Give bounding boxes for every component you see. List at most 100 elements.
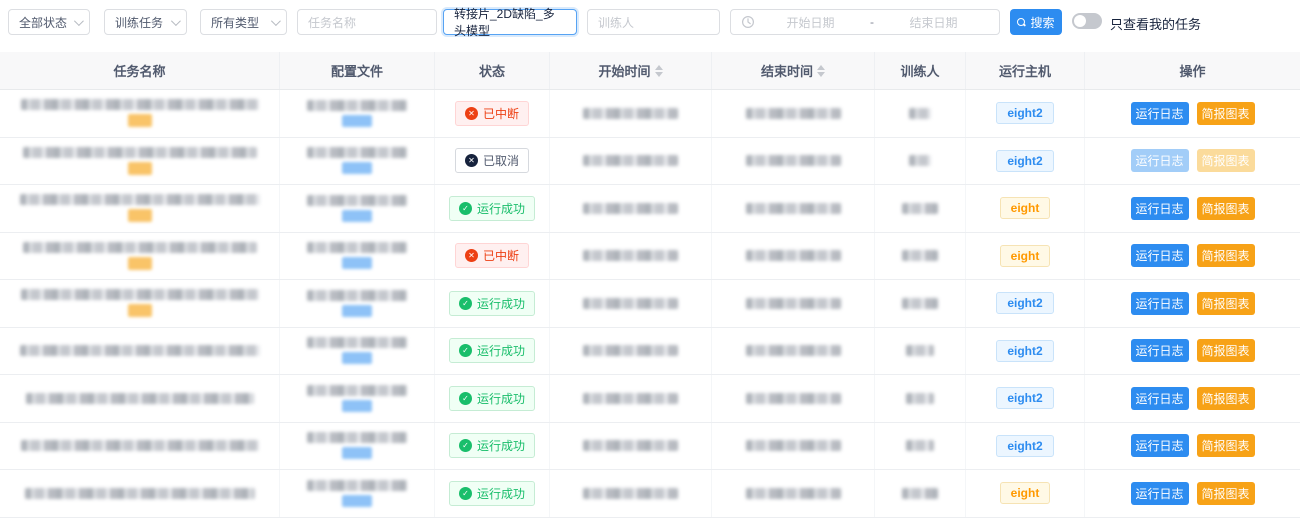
- date-range-picker[interactable]: 开始日期 - 结束日期: [730, 9, 1000, 35]
- sort-icon[interactable]: [655, 65, 663, 77]
- redacted-end-time: [746, 488, 841, 499]
- run-log-button[interactable]: 运行日志: [1131, 387, 1189, 410]
- redacted-config-link[interactable]: [342, 162, 372, 174]
- report-chart-button[interactable]: 简报图表: [1197, 339, 1255, 362]
- redacted-config-link[interactable]: [342, 352, 372, 364]
- search-button[interactable]: 搜索: [1010, 9, 1062, 35]
- status-badge: ✕已中断: [455, 101, 529, 126]
- x-circle-icon: ✕: [465, 249, 478, 262]
- host-badge: eight2: [996, 150, 1053, 172]
- run-log-button[interactable]: 运行日志: [1131, 434, 1189, 457]
- redacted-trainer: [902, 298, 938, 309]
- task-type-select[interactable]: 训练任务: [104, 9, 187, 35]
- redacted-task-tag: [128, 304, 152, 317]
- start-time-cell: [550, 470, 712, 517]
- redacted-config-link[interactable]: [342, 447, 372, 459]
- x-circle-icon: ✕: [465, 154, 478, 167]
- actions-cell: 运行日志 简报图表: [1085, 375, 1300, 422]
- report-chart-button[interactable]: 简报图表: [1197, 197, 1255, 220]
- config-file-cell: [280, 470, 435, 517]
- redacted-config-link[interactable]: [342, 115, 372, 127]
- redacted-task-tag: [128, 209, 152, 222]
- task-name-cell: [0, 470, 280, 517]
- redacted-end-time: [746, 345, 841, 356]
- status-cell: ✓运行成功: [435, 328, 550, 375]
- end-time-cell: [712, 280, 875, 327]
- start-time-cell: [550, 423, 712, 470]
- host-cell: eight: [966, 185, 1085, 232]
- host-cell: eight2: [966, 423, 1085, 470]
- task-name-cell: [0, 375, 280, 422]
- redacted-trainer: [909, 108, 931, 119]
- task-name-cell: [0, 185, 280, 232]
- redacted-end-time: [746, 155, 841, 166]
- status-badge: ✓运行成功: [449, 386, 535, 411]
- my-tasks-toggle[interactable]: [1072, 13, 1102, 29]
- redacted-config-link[interactable]: [342, 257, 372, 269]
- redacted-config-file: [307, 385, 407, 396]
- run-log-button[interactable]: 运行日志: [1131, 292, 1189, 315]
- check-circle-icon: ✓: [459, 202, 472, 215]
- run-log-button[interactable]: 运行日志: [1131, 102, 1189, 125]
- status-badge: ✓运行成功: [449, 433, 535, 458]
- redacted-config-link[interactable]: [342, 305, 372, 317]
- task-name-input[interactable]: 任务名称: [297, 9, 437, 35]
- redacted-config-link[interactable]: [342, 210, 372, 222]
- model-search-input[interactable]: 转接片_2D缺陷_多头模型: [443, 9, 577, 35]
- config-file-cell: [280, 375, 435, 422]
- run-log-button[interactable]: 运行日志: [1131, 149, 1189, 172]
- redacted-config-file: [307, 195, 407, 206]
- redacted-config-link[interactable]: [342, 495, 372, 507]
- redacted-config-file: [307, 147, 407, 158]
- report-chart-button[interactable]: 简报图表: [1197, 482, 1255, 505]
- run-log-button[interactable]: 运行日志: [1131, 244, 1189, 267]
- redacted-task-name: [20, 345, 260, 356]
- trainer-cell: [875, 423, 966, 470]
- trainer-cell: [875, 328, 966, 375]
- host-badge: eight2: [996, 387, 1053, 409]
- x-circle-icon: ✕: [465, 107, 478, 120]
- table-row: ✕已取消 eight2 运行日志 简报图表: [0, 138, 1300, 186]
- start-time-cell: [550, 90, 712, 137]
- sort-icon[interactable]: [817, 65, 825, 77]
- actions-cell: 运行日志 简报图表: [1085, 328, 1300, 375]
- filter-bar: 全部状态 训练任务 所有类型 任务名称 转接片_2D缺陷_多头模型 训练人 开始…: [0, 0, 1300, 52]
- trainer-placeholder: 训练人: [598, 14, 634, 31]
- redacted-task-name: [23, 147, 257, 158]
- status-badge: ✓运行成功: [449, 291, 535, 316]
- status-badge: ✕已中断: [455, 243, 529, 268]
- run-log-button[interactable]: 运行日志: [1131, 482, 1189, 505]
- host-cell: eight: [966, 233, 1085, 280]
- redacted-start-time: [583, 298, 678, 309]
- report-chart-button[interactable]: 简报图表: [1197, 434, 1255, 457]
- trainer-cell: [875, 280, 966, 327]
- status-cell: ✓运行成功: [435, 280, 550, 327]
- start-time-cell: [550, 328, 712, 375]
- check-circle-icon: ✓: [459, 439, 472, 452]
- report-chart-button[interactable]: 简报图表: [1197, 292, 1255, 315]
- status-badge: ✓运行成功: [449, 338, 535, 363]
- start-time-cell: [550, 233, 712, 280]
- redacted-config-link[interactable]: [342, 400, 372, 412]
- status-select[interactable]: 全部状态: [8, 9, 90, 35]
- redacted-task-name: [21, 99, 259, 110]
- report-chart-button[interactable]: 简报图表: [1197, 244, 1255, 267]
- col-header-end-time[interactable]: 结束时间: [712, 52, 875, 89]
- end-time-cell: [712, 423, 875, 470]
- run-log-button[interactable]: 运行日志: [1131, 197, 1189, 220]
- col-header-config-file: 配置文件: [280, 52, 435, 89]
- clock-icon: [741, 15, 755, 29]
- report-chart-button[interactable]: 简报图表: [1197, 102, 1255, 125]
- col-header-start-time[interactable]: 开始时间: [550, 52, 712, 89]
- table-row: ✕已中断 eight 运行日志 简报图表: [0, 233, 1300, 281]
- redacted-trainer: [906, 345, 934, 356]
- trainer-cell: [875, 375, 966, 422]
- report-chart-button[interactable]: 简报图表: [1197, 387, 1255, 410]
- status-badge: ✓运行成功: [449, 196, 535, 221]
- report-chart-button[interactable]: 简报图表: [1197, 149, 1255, 172]
- status-cell: ✓运行成功: [435, 470, 550, 517]
- category-select[interactable]: 所有类型: [200, 9, 287, 35]
- run-log-button[interactable]: 运行日志: [1131, 339, 1189, 362]
- trainer-input[interactable]: 训练人: [587, 9, 720, 35]
- chevron-down-icon: [271, 16, 281, 26]
